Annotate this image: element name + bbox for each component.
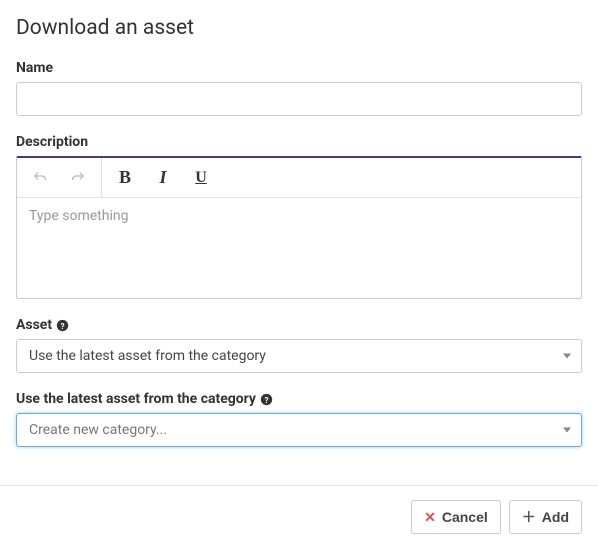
rich-text-editor: B I U Type something: [16, 156, 582, 299]
modal-body: Download an asset Name Description B I: [0, 0, 598, 485]
add-label: Add: [542, 509, 569, 525]
asset-select-value: Use the latest asset from the category: [29, 348, 266, 364]
name-input[interactable]: [16, 82, 582, 116]
field-name: Name: [16, 60, 582, 116]
field-category: Use the latest asset from the category ?…: [16, 391, 582, 447]
close-icon: ✕: [424, 510, 436, 524]
category-select[interactable]: Create new category...: [16, 413, 582, 447]
asset-label-text: Asset: [16, 317, 52, 333]
italic-button[interactable]: I: [144, 159, 182, 197]
modal-footer: ✕ Cancel ＋ Add: [0, 485, 598, 548]
name-label: Name: [16, 60, 582, 76]
page-title: Download an asset: [16, 16, 582, 40]
rte-history-group: [17, 158, 102, 197]
redo-icon[interactable]: [59, 159, 97, 197]
help-icon[interactable]: ?: [56, 319, 69, 332]
underline-button[interactable]: U: [182, 159, 220, 197]
cancel-label: Cancel: [442, 509, 488, 525]
description-label: Description: [16, 134, 582, 150]
asset-label: Asset ?: [16, 317, 582, 333]
chevron-down-icon: [563, 354, 571, 359]
category-label-text: Use the latest asset from the category: [16, 391, 256, 407]
undo-icon[interactable]: [21, 159, 59, 197]
chevron-down-icon: [563, 428, 571, 433]
rte-toolbar: B I U: [17, 158, 581, 198]
bold-button[interactable]: B: [106, 159, 144, 197]
plus-icon: ＋: [522, 510, 536, 524]
category-select-value: Create new category...: [29, 422, 167, 438]
svg-text:?: ?: [61, 320, 65, 330]
description-input[interactable]: Type something: [17, 198, 581, 298]
svg-text:?: ?: [264, 394, 268, 404]
add-button[interactable]: ＋ Add: [509, 500, 582, 534]
category-label: Use the latest asset from the category ?: [16, 391, 582, 407]
help-icon[interactable]: ?: [260, 393, 273, 406]
rte-format-group: B I U: [102, 158, 224, 197]
field-description: Description B I U Type something: [16, 134, 582, 299]
asset-select[interactable]: Use the latest asset from the category: [16, 339, 582, 373]
cancel-button[interactable]: ✕ Cancel: [411, 500, 501, 534]
field-asset: Asset ? Use the latest asset from the ca…: [16, 317, 582, 373]
